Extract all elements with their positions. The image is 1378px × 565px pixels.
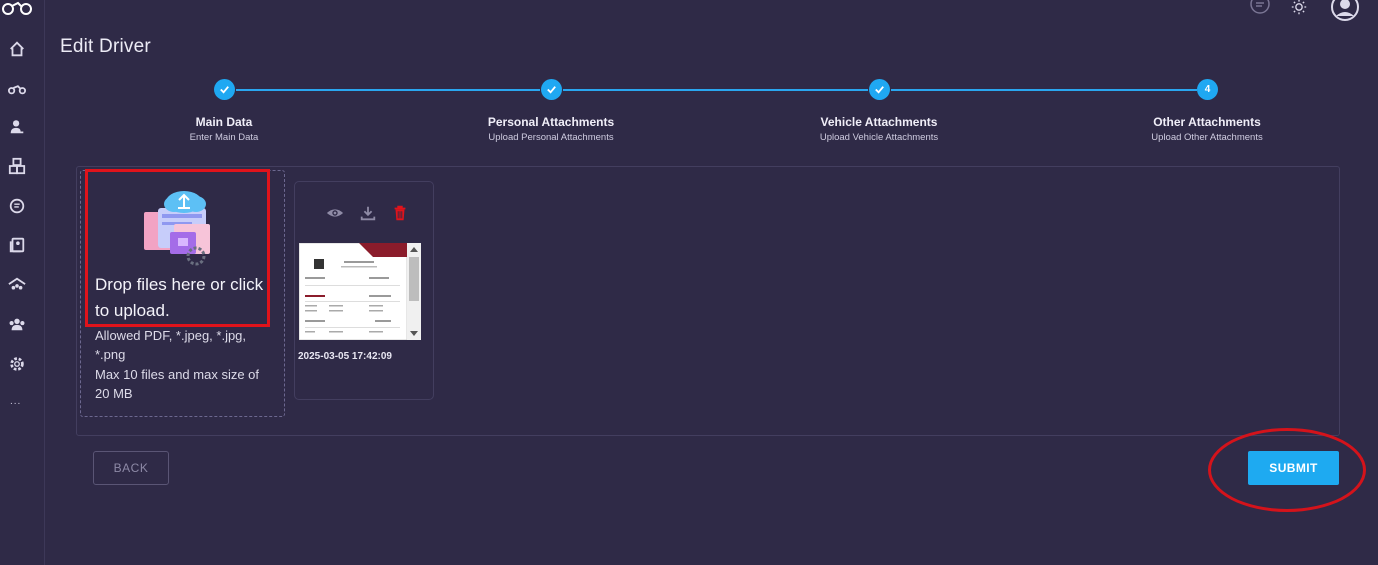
- motorcycle-icon[interactable]: [6, 77, 28, 99]
- team-icon[interactable]: [6, 313, 28, 335]
- chat-icon[interactable]: [6, 195, 28, 217]
- upload-allowed-types: Allowed PDF, *.jpeg, *.jpg, *.png: [95, 328, 247, 362]
- theme-toggle-icon[interactable]: [1290, 0, 1308, 21]
- file-thumbnail[interactable]: [299, 243, 421, 340]
- home-icon[interactable]: [6, 38, 28, 60]
- annotation-highlight-box: [85, 169, 270, 327]
- step-subtitle: Upload Personal Attachments: [488, 132, 614, 143]
- annotation-highlight-ellipse: [1208, 428, 1366, 512]
- settings-icon[interactable]: [6, 353, 28, 375]
- step-personal-attachments[interactable]: Personal Attachments Upload Personal Att…: [441, 115, 661, 143]
- step-1-check-icon[interactable]: [214, 79, 235, 100]
- book-icon[interactable]: [6, 234, 28, 256]
- step-title: Other Attachments: [1153, 115, 1261, 129]
- step-subtitle: Enter Main Data: [189, 132, 259, 143]
- step-title: Personal Attachments: [487, 115, 615, 129]
- step-main-data[interactable]: Main Data Enter Main Data: [114, 115, 334, 143]
- sidebar: ...: [0, 0, 45, 565]
- step-3-check-icon[interactable]: [869, 79, 890, 100]
- warehouse-icon[interactable]: [6, 274, 28, 296]
- step-title: Vehicle Attachments: [820, 115, 938, 129]
- step-2-check-icon[interactable]: [541, 79, 562, 100]
- download-icon[interactable]: [358, 203, 378, 223]
- step-vehicle-attachments[interactable]: Vehicle Attachments Upload Vehicle Attac…: [769, 115, 989, 143]
- page-title: Edit Driver: [60, 36, 151, 57]
- more-menu[interactable]: ...: [10, 396, 21, 407]
- stepper-connector: [891, 89, 1197, 91]
- stepper-connector: [236, 89, 540, 91]
- view-icon[interactable]: [325, 203, 345, 223]
- logo-icon[interactable]: [2, 0, 32, 18]
- step-4-number[interactable]: 4: [1197, 79, 1218, 100]
- boxes-icon[interactable]: [6, 155, 28, 177]
- file-timestamp: 2025-03-05 17:42:09: [298, 351, 392, 362]
- stepper-connector: [563, 89, 868, 91]
- driver-icon[interactable]: [6, 116, 28, 138]
- step-subtitle: Upload Vehicle Attachments: [819, 132, 939, 143]
- step-subtitle: Upload Other Attachments: [1151, 132, 1263, 143]
- step-other-attachments[interactable]: Other Attachments Upload Other Attachmen…: [1097, 115, 1317, 143]
- delete-icon[interactable]: [390, 203, 410, 223]
- user-avatar-icon[interactable]: [1330, 0, 1360, 27]
- back-button[interactable]: BACK: [93, 451, 169, 485]
- notification-icon[interactable]: [1248, 0, 1272, 23]
- upload-limits: Max 10 files and max size of 20 MB: [95, 367, 260, 401]
- step-title: Main Data: [195, 115, 253, 129]
